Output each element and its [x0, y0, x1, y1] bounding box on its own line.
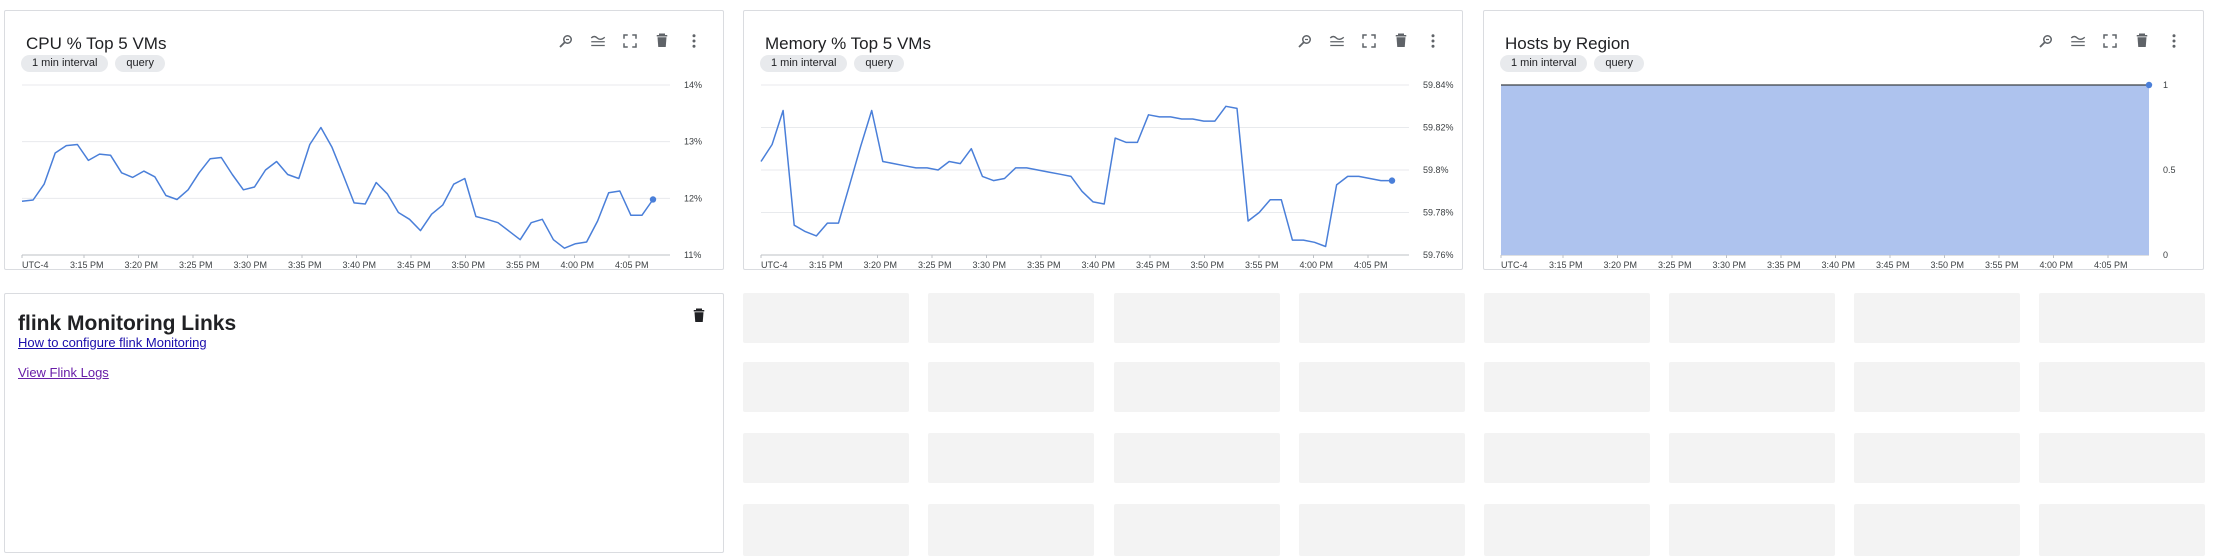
loading-placeholder	[1854, 504, 2020, 556]
view-flink-logs-link[interactable]: View Flink Logs	[18, 365, 109, 380]
loading-placeholder	[1299, 362, 1465, 412]
y-tick-label: 59.8%	[1423, 165, 1449, 175]
delete-icon[interactable]	[689, 306, 709, 326]
loading-placeholder	[2039, 362, 2205, 412]
x-tick-label: 3:35 PM	[1027, 260, 1061, 270]
loading-placeholder	[743, 362, 909, 412]
x-tick-label: 3:55 PM	[1985, 260, 2019, 270]
y-tick-label: 11%	[684, 250, 701, 260]
loading-placeholder	[743, 433, 909, 483]
x-tick-label: 3:45 PM	[397, 260, 431, 270]
x-tick-label: 3:35 PM	[288, 260, 322, 270]
loading-placeholder	[743, 504, 909, 556]
loading-placeholder	[1114, 504, 1280, 556]
loading-placeholder	[743, 293, 909, 343]
x-tick-label: 3:30 PM	[234, 260, 268, 270]
cpu-chart-card: CPU % Top 5 VMs 1 min interval query 14%…	[4, 10, 724, 270]
loading-placeholder	[928, 504, 1094, 556]
hosts-chart-card: Hosts by Region 1 min interval query 1 0.…	[1483, 10, 2204, 270]
x-tick-label: 3:25 PM	[1658, 260, 1692, 270]
x-tick-label: 3:50 PM	[1931, 260, 1965, 270]
loading-placeholder	[1854, 293, 2020, 343]
cpu-line-chart: 14% 13% 12% 11% UTC-4 3:15 PM 3:20 PM 3:25 PM 3:…	[21, 80, 702, 270]
area-fill	[1501, 85, 2149, 255]
links-card: flink Monitoring Links How to configure …	[4, 293, 724, 553]
x-tick-label: 3:50 PM	[452, 260, 486, 270]
loading-placeholder	[1114, 293, 1280, 343]
x-tick-label: 3:30 PM	[1713, 260, 1747, 270]
loading-placeholder	[1669, 293, 1835, 343]
y-tick-label: 13%	[684, 137, 702, 147]
x-tick-label: UTC-4	[761, 260, 788, 270]
x-tick-label: 3:35 PM	[1767, 260, 1801, 270]
loading-placeholder	[1114, 433, 1280, 483]
x-tick-label: 4:00 PM	[1300, 260, 1334, 270]
x-tick-label: UTC-4	[22, 260, 49, 270]
x-tick-label: 3:20 PM	[864, 260, 898, 270]
links-title: flink Monitoring Links	[18, 312, 237, 335]
y-tick-label: 0	[2163, 250, 2168, 260]
loading-placeholder	[1299, 504, 1465, 556]
x-tick-label: 3:55 PM	[506, 260, 540, 270]
loading-placeholder	[1854, 433, 2020, 483]
x-tick-label: UTC-4	[1501, 260, 1528, 270]
last-point-marker	[649, 196, 657, 203]
loading-placeholder	[928, 293, 1094, 343]
x-tick-label: 3:20 PM	[1604, 260, 1638, 270]
loading-placeholder	[1669, 504, 1835, 556]
loading-placeholder	[2039, 293, 2205, 343]
loading-placeholder	[1299, 433, 1465, 483]
x-tick-label: 3:40 PM	[343, 260, 377, 270]
loading-placeholder	[1299, 293, 1465, 343]
x-tick-label: 3:25 PM	[179, 260, 213, 270]
configure-monitoring-link[interactable]: How to configure flink Monitoring	[18, 335, 207, 350]
loading-placeholder	[2039, 504, 2205, 556]
series-line	[21, 126, 654, 249]
memory-chart-card: Memory % Top 5 VMs 1 min interval query …	[743, 10, 1463, 270]
loading-placeholder	[1484, 433, 1650, 483]
memory-line-chart: 59.84% 59.82% 59.8% 59.78% 59.76% UTC-4 3:15 P…	[760, 80, 1454, 270]
x-tick-label: 3:45 PM	[1876, 260, 1910, 270]
y-tick-label: 59.78%	[1423, 208, 1454, 218]
y-tick-label: 59.84%	[1423, 80, 1454, 90]
loading-placeholder	[928, 433, 1094, 483]
x-tick-label: 4:05 PM	[615, 260, 649, 270]
x-tick-label: 3:40 PM	[1082, 260, 1116, 270]
y-tick-label: 59.82%	[1423, 123, 1454, 133]
x-tick-label: 3:15 PM	[809, 260, 843, 270]
loading-placeholder	[1114, 362, 1280, 412]
x-tick-label: 3:15 PM	[1549, 260, 1583, 270]
loading-placeholder	[1669, 362, 1835, 412]
y-tick-label: 12%	[684, 193, 702, 203]
y-tick-label: 14%	[684, 80, 702, 90]
y-tick-label: 0.5	[2163, 165, 2176, 175]
x-tick-label: 4:05 PM	[2094, 260, 2128, 270]
x-tick-label: 3:20 PM	[125, 260, 159, 270]
x-tick-label: 4:00 PM	[2040, 260, 2074, 270]
loading-placeholder	[2039, 433, 2205, 483]
x-tick-label: 4:05 PM	[1354, 260, 1388, 270]
loading-placeholder	[1669, 433, 1835, 483]
y-tick-label: 59.76%	[1423, 250, 1454, 260]
last-point-marker	[2145, 81, 2153, 89]
last-point-marker	[1388, 177, 1396, 184]
x-tick-label: 3:25 PM	[918, 260, 952, 270]
x-tick-label: 3:30 PM	[973, 260, 1007, 270]
y-tick-label: 1	[2163, 80, 2168, 90]
x-tick-label: 3:55 PM	[1245, 260, 1279, 270]
x-tick-label: 3:15 PM	[70, 260, 104, 270]
x-tick-label: 3:40 PM	[1822, 260, 1856, 270]
loading-placeholder	[1484, 293, 1650, 343]
loading-placeholder	[1484, 362, 1650, 412]
hosts-area-chart: 1 0.5 0 UTC-4 3:15 PM 3:20 PM 3:25 PM 3:30 PM 3:…	[1500, 80, 2176, 270]
loading-placeholder	[1854, 362, 2020, 412]
loading-placeholder	[928, 362, 1094, 412]
x-tick-label: 3:45 PM	[1136, 260, 1170, 270]
x-tick-label: 4:00 PM	[561, 260, 595, 270]
x-tick-label: 3:50 PM	[1191, 260, 1225, 270]
loading-placeholder	[1484, 504, 1650, 556]
